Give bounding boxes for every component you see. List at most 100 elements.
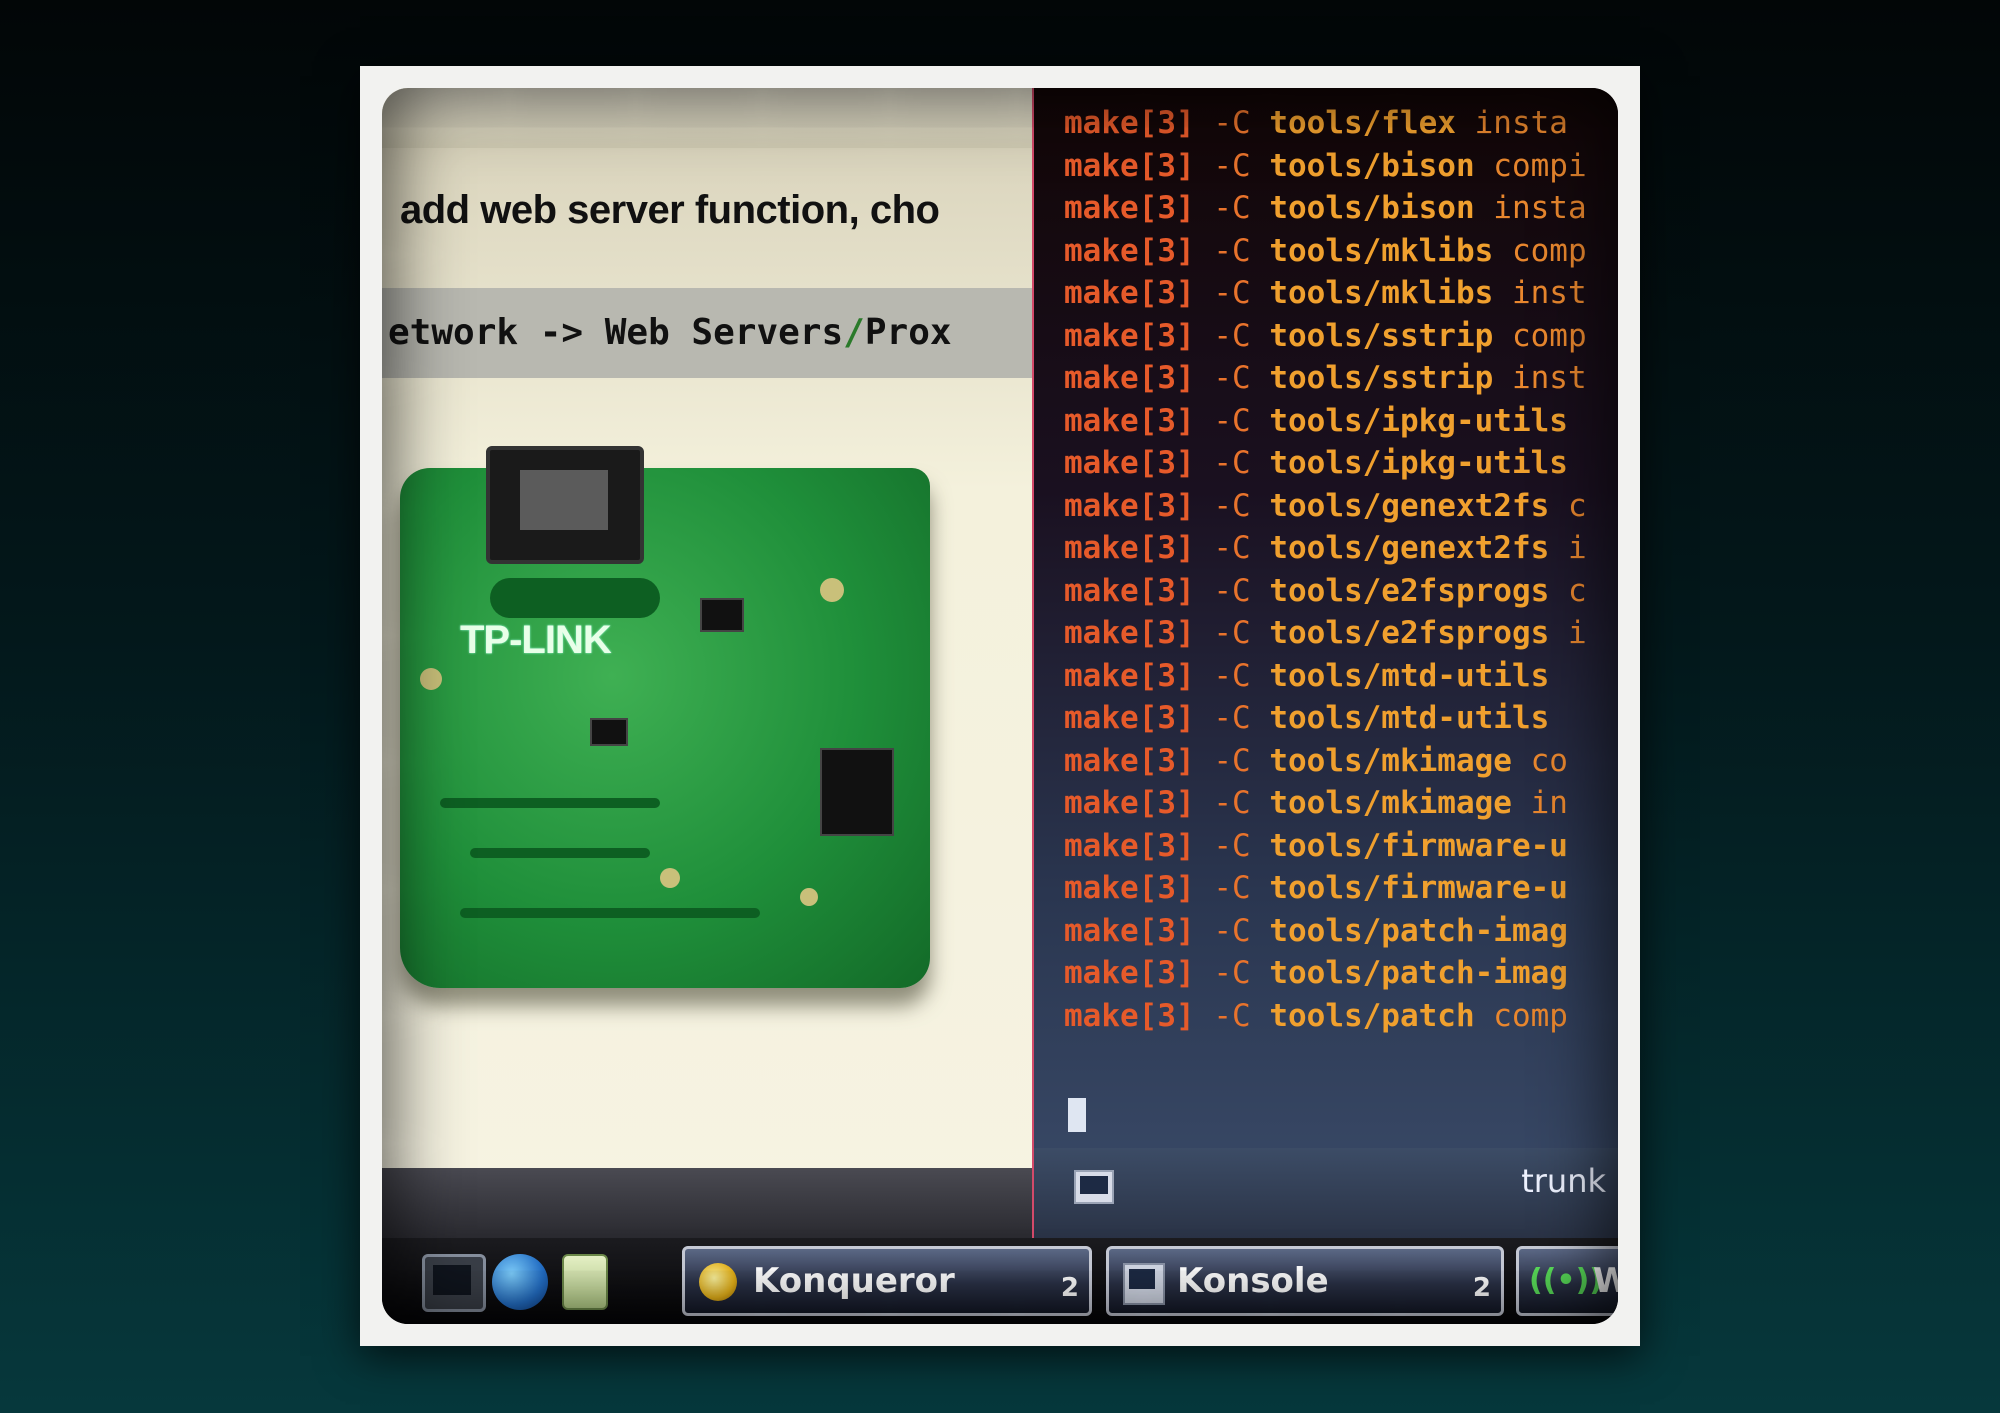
terminal-make-text: make[3] bbox=[1064, 572, 1195, 609]
pcb-trace bbox=[490, 578, 660, 618]
notes-icon[interactable] bbox=[562, 1254, 608, 1310]
terminal-line: make[3] -C tools/genext2fs i bbox=[1064, 527, 1587, 570]
monitor-screen: add web server function, cho etwork -> W… bbox=[382, 88, 1618, 1324]
terminal-make-text: make[3] bbox=[1064, 487, 1195, 524]
terminal-flag-text: -C bbox=[1213, 530, 1251, 566]
terminal-make-text: make[3] bbox=[1064, 912, 1195, 949]
terminal-rest-text: comp bbox=[1474, 997, 1568, 1034]
terminal-path-text: tools/mklibs bbox=[1269, 232, 1494, 269]
terminal-line: make[3] -C tools/firmware-u bbox=[1064, 867, 1587, 910]
terminal-line: make[3] -C tools/e2fsprogs c bbox=[1064, 570, 1587, 613]
terminal-path-text: tools/mtd-utils bbox=[1269, 657, 1550, 694]
terminal-make-text: make[3] bbox=[1064, 615, 1195, 651]
terminal-flag-text: -C bbox=[1213, 657, 1251, 694]
terminal-make-text: make[3] bbox=[1064, 317, 1195, 354]
terminal-flag-text: -C bbox=[1213, 232, 1251, 269]
terminal-flag-text: -C bbox=[1213, 190, 1251, 226]
terminal-flag-text: -C bbox=[1213, 317, 1251, 354]
pcb-chip bbox=[590, 718, 628, 746]
terminal-path-text: tools/mkimage bbox=[1269, 742, 1512, 779]
terminal-make-text: make[3] bbox=[1064, 190, 1195, 226]
terminal-line: make[3] -C tools/patch-imag bbox=[1064, 910, 1587, 953]
terminal-line: make[3] -C tools/bison compi bbox=[1064, 145, 1587, 188]
konsole-tabbar: trunk bbox=[1034, 1148, 1618, 1238]
ethernet-port bbox=[486, 446, 644, 564]
taskbar-button-konsole[interactable]: Konsole 2 bbox=[1106, 1246, 1504, 1316]
terminal-rest-text: in bbox=[1511, 785, 1568, 821]
terminal-path-text: tools/mkimage bbox=[1269, 785, 1512, 821]
terminal-line: make[3] -C tools/mtd-utils bbox=[1064, 655, 1587, 698]
terminal-line: make[3] -C tools/genext2fs c bbox=[1064, 485, 1587, 528]
terminal-make-text: make[3] bbox=[1064, 657, 1195, 694]
terminal-rest-text: inst bbox=[1493, 275, 1587, 311]
terminal-path-text: tools/genext2fs bbox=[1269, 487, 1550, 524]
terminal-line: make[3] -C tools/patch-imag bbox=[1064, 952, 1587, 995]
terminal-path-text: tools/sstrip bbox=[1269, 360, 1494, 396]
terminal-flag-text: -C bbox=[1213, 827, 1251, 864]
terminal-line: make[3] -C tools/bison insta bbox=[1064, 187, 1587, 230]
terminal-line: make[3] -C tools/patch comp bbox=[1064, 995, 1587, 1038]
terminal-path-text: tools/mtd-utils bbox=[1269, 700, 1550, 736]
terminal-make-text: make[3] bbox=[1064, 827, 1195, 864]
terminal-make-text: make[3] bbox=[1064, 445, 1195, 481]
wifi-icon: ((•)) bbox=[1529, 1263, 1604, 1298]
terminal-flag-text: -C bbox=[1213, 360, 1251, 396]
terminal-rest-text: insta bbox=[1474, 190, 1587, 226]
terminal-path-text: tools/firmware-u bbox=[1269, 827, 1568, 864]
terminal-flag-text: -C bbox=[1213, 785, 1251, 821]
terminal-line: make[3] -C tools/mklibs comp bbox=[1064, 230, 1587, 273]
terminal-line: make[3] -C tools/mklibs inst bbox=[1064, 272, 1587, 315]
terminal-path-text: tools/firmware-u bbox=[1269, 870, 1568, 906]
task-count: 2 bbox=[1472, 1273, 1491, 1303]
terminal-line: make[3] -C tools/flex insta bbox=[1064, 102, 1587, 145]
terminal-rest-text: i bbox=[1549, 615, 1587, 651]
terminal-path-text: tools/ipkg-utils bbox=[1269, 402, 1568, 439]
terminal-flag-text: -C bbox=[1213, 445, 1251, 481]
terminal-rest-text: c bbox=[1549, 572, 1587, 609]
session-tab-label[interactable]: trunk bbox=[1521, 1162, 1606, 1200]
pcb-pad bbox=[800, 888, 818, 906]
konqueror-window: add web server function, cho etwork -> W… bbox=[382, 88, 1035, 1238]
terminal-flag-text: -C bbox=[1213, 487, 1251, 524]
konsole-launcher-icon[interactable] bbox=[422, 1254, 486, 1312]
terminal-path-text: tools/e2fsprogs bbox=[1269, 615, 1550, 651]
terminal-make-text: make[3] bbox=[1064, 360, 1195, 396]
konsole-icon bbox=[1123, 1263, 1165, 1305]
konqueror-toolbar bbox=[382, 88, 1032, 148]
terminal-flag-text: -C bbox=[1213, 275, 1251, 311]
terminal-make-text: make[3] bbox=[1064, 232, 1195, 269]
terminal-line: make[3] -C tools/e2fsprogs i bbox=[1064, 612, 1587, 655]
terminal-make-text: make[3] bbox=[1064, 700, 1195, 736]
photo-frame: add web server function, cho etwork -> W… bbox=[360, 66, 1640, 1346]
konsole-window: make[3] -C tools/flex insta make[3] -C to… bbox=[1034, 88, 1618, 1238]
terminal-flag-text: -C bbox=[1213, 700, 1251, 736]
terminal-rest-text: c bbox=[1549, 487, 1587, 524]
pcb-trace bbox=[470, 848, 650, 858]
pcb-trace bbox=[460, 908, 760, 918]
taskbar-button-konqueror[interactable]: Konqueror 2 bbox=[682, 1246, 1092, 1316]
terminal-rest-text: comp bbox=[1493, 232, 1587, 269]
terminal-line: make[3] -C tools/mkimage co bbox=[1064, 740, 1587, 783]
menu-path-part2: Prox bbox=[864, 312, 952, 353]
router-pcb-image: TP-LINK bbox=[400, 446, 930, 988]
menu-path-slash: / bbox=[843, 312, 865, 353]
terminal-path-text: tools/mklibs bbox=[1269, 275, 1494, 311]
task-count: 2 bbox=[1060, 1273, 1079, 1303]
terminal-flag-text: -C bbox=[1213, 912, 1251, 949]
terminal-path-text: tools/bison bbox=[1269, 147, 1475, 184]
terminal-path-text: tools/e2fsprogs bbox=[1269, 572, 1550, 609]
terminal-line: make[3] -C tools/sstrip comp bbox=[1064, 315, 1587, 358]
konqueror-statusbar bbox=[382, 1168, 1032, 1238]
terminal-make-text: make[3] bbox=[1064, 742, 1195, 779]
terminal-make-text: make[3] bbox=[1064, 785, 1195, 821]
terminal-make-text: make[3] bbox=[1064, 530, 1195, 566]
task-label: Konsole bbox=[1177, 1261, 1329, 1301]
terminal-flag-text: -C bbox=[1213, 997, 1251, 1034]
konqueror-icon bbox=[699, 1263, 737, 1301]
globe-icon[interactable] bbox=[492, 1254, 548, 1310]
taskbar-button-w[interactable]: ((•)) W bbox=[1516, 1246, 1618, 1316]
pcb-trace bbox=[440, 798, 660, 808]
terminal-path-text: tools/patch-imag bbox=[1269, 955, 1568, 991]
terminal-session-icon[interactable] bbox=[1074, 1170, 1114, 1204]
terminal-make-text: make[3] bbox=[1064, 402, 1195, 439]
